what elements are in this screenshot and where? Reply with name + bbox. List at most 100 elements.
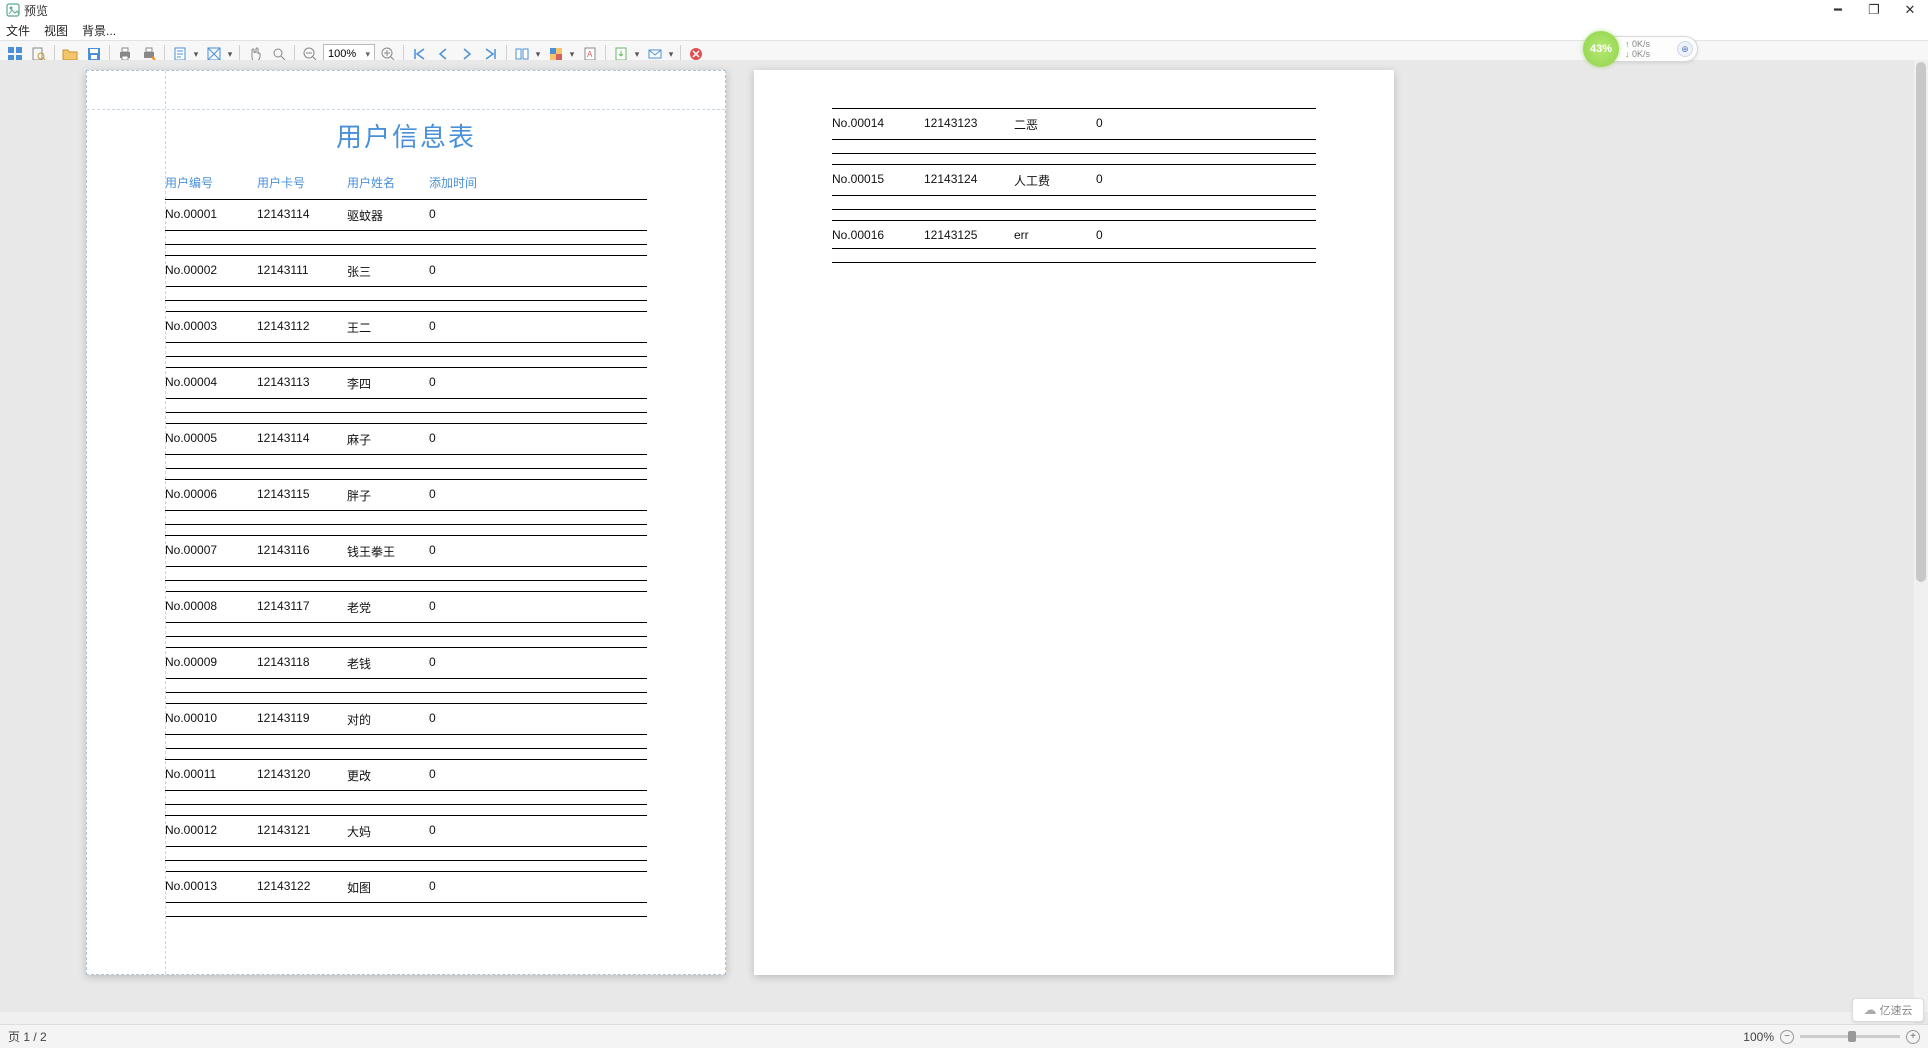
table-row: No.0000712143116钱王拳王0 bbox=[165, 535, 647, 581]
table-row: No.0001412143123二恶0 bbox=[832, 108, 1316, 154]
network-menu-icon[interactable]: ⊕ bbox=[1677, 41, 1693, 57]
watermark-badge[interactable]: 亿速云 bbox=[1852, 998, 1924, 1022]
page-setup-dropdown[interactable]: ▾ bbox=[191, 49, 201, 60]
cell-c2: 12143122 bbox=[257, 879, 347, 896]
cell-c4: 0 bbox=[1096, 228, 1316, 242]
table-row: No.0000812143117老党0 bbox=[165, 591, 647, 637]
status-zoom-slider[interactable] bbox=[1800, 1035, 1900, 1038]
cell-c3: 二恶 bbox=[1014, 116, 1096, 133]
cell-c4: 0 bbox=[429, 263, 647, 280]
table-row: No.0000212143111张三0 bbox=[165, 255, 647, 301]
table-row: No.0000912143118老钱0 bbox=[165, 647, 647, 693]
header-card-no: 用户卡号 bbox=[257, 174, 347, 191]
table-row: No.0001312143122如图0 bbox=[165, 871, 647, 917]
cell-c4: 0 bbox=[429, 375, 647, 392]
export-dropdown[interactable]: ▾ bbox=[632, 49, 642, 60]
app-icon bbox=[6, 3, 20, 17]
cell-c4: 0 bbox=[429, 655, 647, 672]
cell-c3: 更改 bbox=[347, 767, 429, 784]
cell-c1: No.00005 bbox=[165, 431, 257, 448]
cell-c3: 老党 bbox=[347, 599, 429, 616]
status-zoom-value: 100% bbox=[1743, 1030, 1774, 1044]
cell-c3: 麻子 bbox=[347, 431, 429, 448]
cell-c4: 0 bbox=[429, 487, 647, 504]
header-add-time: 添加时间 bbox=[429, 174, 647, 191]
cell-c4: 0 bbox=[429, 599, 647, 616]
titlebar: 预览 ━ ❐ ✕ bbox=[0, 0, 1928, 20]
cell-c2: 12143123 bbox=[924, 116, 1014, 133]
table-row: No.0000412143113李四0 bbox=[165, 367, 647, 413]
cell-c4: 0 bbox=[429, 823, 647, 840]
cell-c1: No.00004 bbox=[165, 375, 257, 392]
menu-file[interactable]: 文件 bbox=[6, 22, 30, 39]
cell-c1: No.00010 bbox=[165, 711, 257, 728]
vertical-scrollbar[interactable] bbox=[1914, 60, 1928, 1012]
preview-viewport[interactable]: 用户信息表 用户编号 用户卡号 用户姓名 添加时间 No.00001121431… bbox=[0, 60, 1928, 1024]
menu-view[interactable]: 视图 bbox=[44, 22, 68, 39]
page-1: 用户信息表 用户编号 用户卡号 用户姓名 添加时间 No.00001121431… bbox=[86, 70, 726, 975]
cell-c4: 0 bbox=[1096, 172, 1316, 189]
scale-dropdown[interactable]: ▾ bbox=[225, 49, 235, 60]
cell-c1: No.00002 bbox=[165, 263, 257, 280]
cell-c2: 12143111 bbox=[257, 263, 347, 280]
cell-c3: 王二 bbox=[347, 319, 429, 336]
cell-c2: 12143116 bbox=[257, 543, 347, 560]
minimize-button[interactable]: ━ bbox=[1820, 0, 1856, 20]
cell-c1: No.00012 bbox=[165, 823, 257, 840]
cell-c2: 12143125 bbox=[924, 228, 1014, 242]
table-row: No.0001112143120更改0 bbox=[165, 759, 647, 805]
cell-c4: 0 bbox=[429, 431, 647, 448]
statusbar: 页 1 / 2 100% − + bbox=[0, 1024, 1928, 1048]
table-row: No.0000512143114麻子0 bbox=[165, 423, 647, 469]
cell-c3: err bbox=[1014, 228, 1096, 242]
status-zoom-in-button[interactable]: + bbox=[1906, 1030, 1920, 1044]
network-percent-badge: 43% bbox=[1583, 31, 1619, 67]
cell-c3: 人工费 bbox=[1014, 172, 1096, 189]
network-stats: 0K/s 0K/s bbox=[1625, 39, 1650, 59]
header-user-name: 用户姓名 bbox=[347, 174, 429, 191]
cell-c1: No.00006 bbox=[165, 487, 257, 504]
cell-c1: No.00009 bbox=[165, 655, 257, 672]
cell-c4: 0 bbox=[429, 207, 647, 224]
cell-c3: 胖子 bbox=[347, 487, 429, 504]
email-dropdown[interactable]: ▾ bbox=[666, 49, 676, 60]
menu-background[interactable]: 背景... bbox=[82, 22, 116, 39]
network-widget[interactable]: 43% 0K/s 0K/s ⊕ bbox=[1588, 36, 1698, 62]
cell-c2: 12143114 bbox=[257, 431, 347, 448]
download-speed: 0K/s bbox=[1625, 49, 1650, 59]
page1-rows: No.0000112143114驱蚊器0No.0000212143111张三0N… bbox=[165, 199, 647, 917]
table-row: No.0000112143114驱蚊器0 bbox=[165, 199, 647, 245]
zoom-value: 100% bbox=[328, 48, 356, 60]
table-row: No.0001212143121大妈0 bbox=[165, 815, 647, 861]
cell-c2: 12143118 bbox=[257, 655, 347, 672]
color-dropdown[interactable]: ▾ bbox=[567, 49, 577, 60]
cell-c3: 钱王拳王 bbox=[347, 543, 429, 560]
cell-c2: 12143120 bbox=[257, 767, 347, 784]
page-2: No.0001412143123二恶0No.0001512143124人工费0N… bbox=[754, 70, 1394, 975]
svg-text:A: A bbox=[587, 50, 593, 59]
upload-speed: 0K/s bbox=[1625, 39, 1650, 49]
page2-rows: No.0001412143123二恶0No.0001512143124人工费0N… bbox=[832, 108, 1316, 263]
cell-c4: 0 bbox=[429, 767, 647, 784]
header-user-id: 用户编号 bbox=[165, 174, 257, 191]
close-button[interactable]: ✕ bbox=[1892, 0, 1928, 20]
report-title: 用户信息表 bbox=[165, 117, 647, 154]
cell-c3: 张三 bbox=[347, 263, 429, 280]
cell-c1: No.00008 bbox=[165, 599, 257, 616]
cell-c4: 0 bbox=[429, 879, 647, 896]
horizontal-scrollbar[interactable] bbox=[0, 1012, 1914, 1024]
multipage-dropdown[interactable]: ▾ bbox=[533, 49, 543, 60]
cell-c1: No.00001 bbox=[165, 207, 257, 224]
table-row: No.0001612143125err0 bbox=[832, 220, 1316, 263]
window-title: 预览 bbox=[24, 2, 48, 19]
cell-c2: 12143119 bbox=[257, 711, 347, 728]
status-zoom-out-button[interactable]: − bbox=[1780, 1030, 1794, 1044]
cell-c4: 0 bbox=[1096, 116, 1316, 133]
report-header: 用户编号 用户卡号 用户姓名 添加时间 bbox=[165, 168, 647, 199]
maximize-button[interactable]: ❐ bbox=[1856, 0, 1892, 20]
cell-c1: No.00003 bbox=[165, 319, 257, 336]
cell-c2: 12143113 bbox=[257, 375, 347, 392]
cell-c2: 12143117 bbox=[257, 599, 347, 616]
cell-c3: 驱蚊器 bbox=[347, 207, 429, 224]
cell-c3: 大妈 bbox=[347, 823, 429, 840]
